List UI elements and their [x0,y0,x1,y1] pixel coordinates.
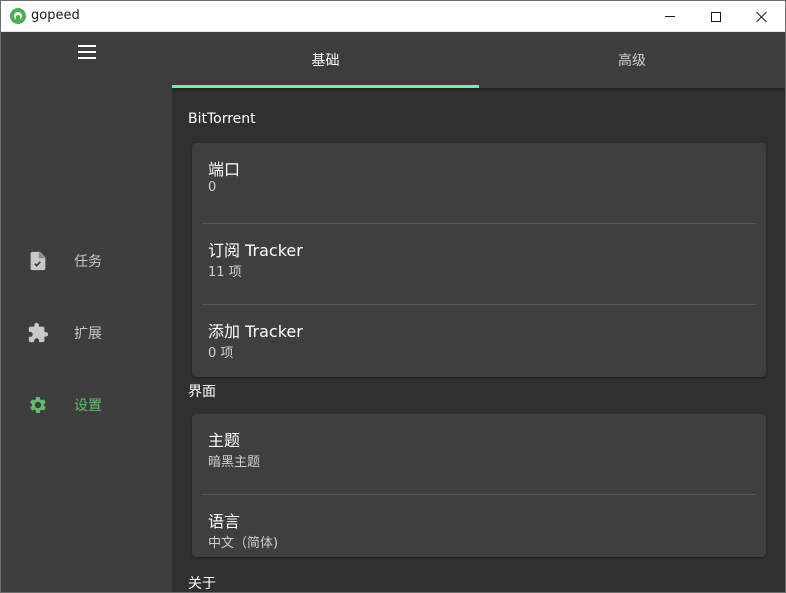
setting-row-subscribe-tracker[interactable]: 订阅 Tracker 11 项 [192,224,766,304]
setting-title: 订阅 Tracker [208,241,303,260]
app-window: gopeed 任务 扩展 设置 基础 高级 BitTorrent 端口 0 订阅… [0,0,786,593]
setting-value: 0 [208,180,217,195]
setting-row-language[interactable]: 语言 中文（简体) [192,495,766,557]
setting-row-port[interactable]: 端口 0 [192,143,766,223]
settings-card-ui: 主题 暗黑主题 语言 中文（简体) [192,414,766,557]
maximize-icon [711,11,721,22]
tab-basic[interactable]: 基础 [172,32,479,88]
window-title: gopeed [31,8,80,23]
setting-value: 中文（简体) [208,536,279,551]
minimize-button[interactable] [647,1,693,32]
setting-title: 端口 [208,160,241,179]
tab-indicator [172,85,479,88]
setting-row-add-tracker[interactable]: 添加 Tracker 0 项 [192,305,766,377]
close-icon [756,11,768,23]
setting-value: 暗黑主题 [208,455,261,470]
tab-advanced[interactable]: 高级 [479,32,785,88]
section-title-about: 关于 [188,576,216,592]
setting-title: 添加 Tracker [208,322,303,341]
sidebar-item-label: 扩展 [74,326,102,342]
close-button[interactable] [739,1,785,32]
setting-row-theme[interactable]: 主题 暗黑主题 [192,414,766,494]
title-bar[interactable]: gopeed [1,1,785,32]
maximize-button[interactable] [693,1,739,32]
gear-icon [30,397,46,413]
gopeed-logo-icon [10,8,26,24]
section-title-ui: 界面 [188,384,216,400]
menu-button[interactable] [71,40,103,64]
puzzle-icon [28,322,49,343]
settings-card-bittorrent: 端口 0 订阅 Tracker 11 项 添加 Tracker 0 项 [192,143,766,377]
section-title-bittorrent: BitTorrent [188,111,256,127]
hamburger-icon [78,45,96,47]
hamburger-icon-line [78,51,96,53]
file-task-icon [30,251,46,271]
sidebar-item-label: 设置 [74,398,102,414]
sidebar-item-settings[interactable]: 设置 [1,383,172,427]
setting-title: 语言 [208,512,241,531]
setting-title: 主题 [208,431,241,450]
setting-value: 11 项 [208,265,242,280]
minimize-icon [665,16,675,17]
tab-bar: 基础 高级 [172,32,785,88]
setting-value: 0 项 [208,346,234,361]
sidebar-item-extensions[interactable]: 扩展 [1,311,172,355]
sidebar-item-label: 任务 [74,254,102,270]
settings-panel: 基础 高级 BitTorrent 端口 0 订阅 Tracker 11 项 添加… [172,32,785,592]
sidebar: 任务 扩展 设置 [1,32,172,592]
hamburger-icon-line [78,57,96,59]
sidebar-item-tasks[interactable]: 任务 [1,239,172,283]
